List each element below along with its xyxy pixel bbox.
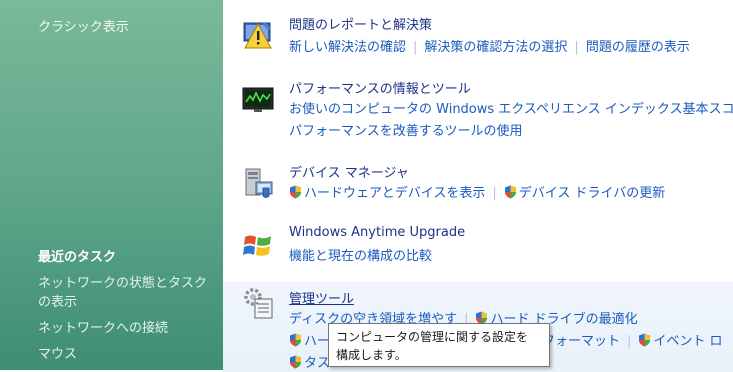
device-manager-icon (245, 168, 273, 198)
task-network-status[interactable]: ネットワークの状態とタスクの表示 (38, 274, 208, 312)
left-task-pane: クラシック表示 最近のタスク ネットワークの状態とタスクの表示 ネットワークへの… (0, 0, 223, 370)
anytime-upgrade-links: 機能と現在の構成の比較 (289, 245, 432, 264)
task-network-connect[interactable]: ネットワークへの接続 (38, 319, 208, 338)
category-device-manager: デバイス マネージャ ハードウェアとデバイスを表示 | デバイス ドライバの更新 (223, 162, 733, 206)
admin-tools-icon (244, 288, 273, 319)
admin-tools-title[interactable]: 管理ツール (289, 288, 354, 307)
task-scheduler-link[interactable]: タス (304, 356, 330, 371)
category-problem-reports: 問題のレポートと解決策 新しい解決法の確認 | 解決策の確認方法の選択 | 問題の履歴の… (223, 14, 733, 58)
performance-links-row-1: お使いのコンピュータの Windows エクスペリエンス インデックス基本スコ (289, 98, 733, 117)
uac-shield-icon (639, 333, 651, 347)
windows-logo-icon (243, 235, 271, 256)
performance-title[interactable]: パフォーマンスの情報とツール (289, 78, 471, 97)
view-hardware-link[interactable]: ハードウェアとデバイスを表示 (304, 186, 485, 201)
performance-links-row-2: パフォーマンスを改善するツールの使用 (289, 120, 522, 139)
separator: | (627, 334, 632, 349)
uac-shield-icon (290, 333, 301, 347)
hard-disk-partition-link[interactable]: ハー (304, 334, 330, 349)
format-link[interactable]: フォーマット (542, 334, 620, 349)
compare-features-link[interactable]: 機能と現在の構成の比較 (289, 249, 432, 264)
tooltip-line-2: 構成します。 (336, 348, 407, 362)
choose-check-method-link[interactable]: 解決策の確認方法の選択 (424, 40, 567, 55)
performance-monitor-icon (242, 87, 274, 112)
problem-reports-icon (243, 22, 272, 49)
uac-shield-icon (504, 185, 516, 199)
update-driver-link[interactable]: デバイス ドライバの更新 (519, 186, 665, 201)
improve-performance-link[interactable]: パフォーマンスを改善するツールの使用 (289, 124, 522, 139)
recent-tasks-title: 最近のタスク (38, 250, 117, 265)
category-performance: パフォーマンスの情報とツール お使いのコンピュータの Windows エクスペリ… (223, 78, 733, 142)
device-manager-title[interactable]: デバイス マネージャ (289, 162, 409, 181)
tooltip-line-1: コンピュータの管理に関する設定を (336, 330, 529, 344)
separator: | (413, 40, 418, 55)
anytime-upgrade-title[interactable]: Windows Anytime Upgrade (289, 225, 465, 240)
experience-index-link[interactable]: お使いのコンピュータの Windows エクスペリエンス インデックス基本スコ (289, 102, 733, 117)
uac-shield-icon (290, 355, 301, 369)
category-anytime-upgrade: Windows Anytime Upgrade 機能と現在の構成の比較 (223, 225, 733, 269)
category-list: 問題のレポートと解決策 新しい解決法の確認 | 解決策の確認方法の選択 | 問題の履歴の… (223, 0, 733, 372)
task-mouse[interactable]: マウス (38, 345, 208, 364)
problem-history-link[interactable]: 問題の履歴の表示 (586, 40, 690, 55)
problem-reports-title[interactable]: 問題のレポートと解決策 (289, 14, 432, 33)
device-manager-links: ハードウェアとデバイスを表示 | デバイス ドライバの更新 (289, 182, 665, 201)
uac-shield-icon (290, 185, 301, 199)
separator: | (492, 186, 497, 201)
admin-tools-tooltip: コンピュータの管理に関する設定を 構成します。 (328, 323, 550, 367)
event-log-link[interactable]: イベント ロ (653, 334, 722, 349)
classic-view-link[interactable]: クラシック表示 (38, 16, 129, 35)
check-new-solutions-link[interactable]: 新しい解決法の確認 (289, 40, 406, 55)
problem-reports-links: 新しい解決法の確認 | 解決策の確認方法の選択 | 問題の履歴の表示 (289, 36, 690, 55)
admin-tools-links-row-3: タス (289, 352, 330, 371)
separator: | (574, 40, 579, 55)
